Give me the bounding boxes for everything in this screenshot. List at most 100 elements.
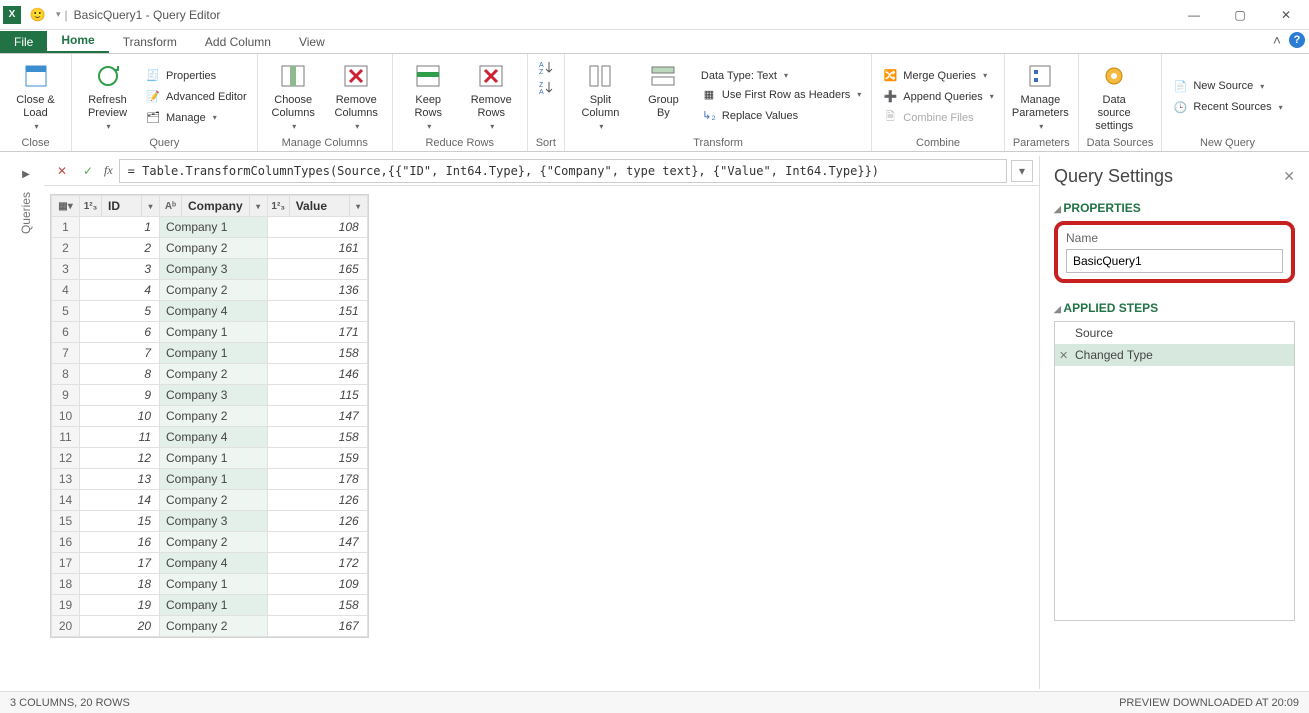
cell-id[interactable]: 16 — [80, 532, 160, 553]
new-source-button[interactable]: 📄New Source — [1170, 77, 1284, 95]
cell-value[interactable]: 147 — [267, 406, 367, 427]
cell-id[interactable]: 19 — [80, 595, 160, 616]
cell-company[interactable]: Company 1 — [160, 595, 268, 616]
formula-cancel-button[interactable]: ✕ — [52, 160, 72, 182]
recent-sources-button[interactable]: 🕒Recent Sources — [1170, 98, 1284, 116]
cell-id[interactable]: 4 — [80, 280, 160, 301]
cell-id[interactable]: 13 — [80, 469, 160, 490]
filter-dropdown-icon[interactable]: ▾ — [249, 196, 267, 216]
table-row[interactable]: 18 18 Company 1 109 — [52, 574, 368, 595]
tab-view[interactable]: View — [285, 31, 339, 53]
merge-queries-button[interactable]: 🔀Merge Queries — [880, 67, 996, 85]
row-number[interactable]: 5 — [52, 301, 80, 322]
query-name-input[interactable] — [1066, 249, 1283, 273]
cell-company[interactable]: Company 2 — [160, 406, 268, 427]
cell-id[interactable]: 5 — [80, 301, 160, 322]
row-number[interactable]: 19 — [52, 595, 80, 616]
cell-value[interactable]: 151 — [267, 301, 367, 322]
row-number[interactable]: 17 — [52, 553, 80, 574]
cell-value[interactable]: 172 — [267, 553, 367, 574]
filter-dropdown-icon[interactable]: ▾ — [141, 196, 159, 216]
filter-dropdown-icon[interactable]: ▾ — [349, 196, 367, 216]
table-row[interactable]: 10 10 Company 2 147 — [52, 406, 368, 427]
cell-value[interactable]: 178 — [267, 469, 367, 490]
minimize-button[interactable]: — — [1171, 0, 1217, 30]
cell-company[interactable]: Company 2 — [160, 490, 268, 511]
column-header-value[interactable]: 1²₃Value▾ — [267, 196, 367, 217]
cell-value[interactable]: 115 — [267, 385, 367, 406]
collapse-ribbon-icon[interactable]: ˄ — [1273, 32, 1281, 48]
table-row[interactable]: 9 9 Company 3 115 — [52, 385, 368, 406]
table-row[interactable]: 6 6 Company 1 171 — [52, 322, 368, 343]
keep-rows-button[interactable]: Keep Rows — [401, 58, 456, 135]
row-number[interactable]: 14 — [52, 490, 80, 511]
cell-company[interactable]: Company 2 — [160, 364, 268, 385]
replace-values-button[interactable]: ↳₂Replace Values — [699, 107, 863, 125]
cell-id[interactable]: 17 — [80, 553, 160, 574]
row-number[interactable]: 1 — [52, 217, 80, 238]
row-number[interactable]: 4 — [52, 280, 80, 301]
cell-value[interactable]: 158 — [267, 343, 367, 364]
row-number[interactable]: 18 — [52, 574, 80, 595]
row-number[interactable]: 7 — [52, 343, 80, 364]
advanced-editor-button[interactable]: 📝Advanced Editor — [143, 88, 249, 106]
close-settings-button[interactable]: ✕ — [1283, 168, 1295, 185]
choose-columns-button[interactable]: Choose Columns — [266, 58, 321, 135]
cell-company[interactable]: Company 2 — [160, 238, 268, 259]
cell-id[interactable]: 11 — [80, 427, 160, 448]
cell-id[interactable]: 20 — [80, 616, 160, 637]
cell-id[interactable]: 1 — [80, 217, 160, 238]
column-header-id[interactable]: 1²₃ID▾ — [80, 196, 160, 217]
row-number[interactable]: 6 — [52, 322, 80, 343]
cell-company[interactable]: Company 1 — [160, 574, 268, 595]
close-window-button[interactable]: ✕ — [1263, 0, 1309, 30]
cell-value[interactable]: 158 — [267, 595, 367, 616]
cell-company[interactable]: Company 3 — [160, 259, 268, 280]
queries-label[interactable]: Queries — [19, 192, 33, 234]
applied-steps-header[interactable]: APPLIED STEPS — [1054, 301, 1295, 315]
cell-company[interactable]: Company 3 — [160, 511, 268, 532]
cell-id[interactable]: 3 — [80, 259, 160, 280]
cell-value[interactable]: 158 — [267, 427, 367, 448]
table-row[interactable]: 19 19 Company 1 158 — [52, 595, 368, 616]
cell-value[interactable]: 161 — [267, 238, 367, 259]
help-icon[interactable]: ? — [1289, 32, 1305, 48]
close-and-load-button[interactable]: Close & Load — [8, 58, 63, 135]
table-corner-button[interactable]: ▦▾ — [52, 196, 80, 217]
cell-company[interactable]: Company 4 — [160, 427, 268, 448]
row-number[interactable]: 12 — [52, 448, 80, 469]
qat-dropdown-icon[interactable]: ▾ — [56, 9, 61, 20]
formula-dropdown-icon[interactable]: ▾ — [1011, 160, 1033, 182]
table-row[interactable]: 14 14 Company 2 126 — [52, 490, 368, 511]
cell-value[interactable]: 165 — [267, 259, 367, 280]
smiley-icon[interactable]: 🙂 — [30, 7, 46, 23]
properties-button[interactable]: 🧾Properties — [143, 67, 249, 85]
formula-confirm-button[interactable]: ✓ — [78, 160, 98, 182]
cell-value[interactable]: 159 — [267, 448, 367, 469]
table-row[interactable]: 4 4 Company 2 136 — [52, 280, 368, 301]
table-row[interactable]: 11 11 Company 4 158 — [52, 427, 368, 448]
table-row[interactable]: 13 13 Company 1 178 — [52, 469, 368, 490]
sort-asc-button[interactable]: AZ — [536, 58, 556, 76]
tab-file[interactable]: File — [0, 31, 47, 53]
row-number[interactable]: 9 — [52, 385, 80, 406]
tab-home[interactable]: Home — [47, 29, 108, 53]
formula-input[interactable] — [119, 159, 1007, 183]
cell-id[interactable]: 6 — [80, 322, 160, 343]
split-column-button[interactable]: Split Column — [573, 58, 628, 135]
table-row[interactable]: 7 7 Company 1 158 — [52, 343, 368, 364]
cell-company[interactable]: Company 3 — [160, 385, 268, 406]
row-number[interactable]: 20 — [52, 616, 80, 637]
row-number[interactable]: 3 — [52, 259, 80, 280]
expand-queries-icon[interactable]: ▶ — [16, 164, 36, 184]
tab-add-column[interactable]: Add Column — [191, 31, 285, 53]
cell-value[interactable]: 167 — [267, 616, 367, 637]
cell-company[interactable]: Company 2 — [160, 280, 268, 301]
row-number[interactable]: 15 — [52, 511, 80, 532]
append-queries-button[interactable]: ➕Append Queries — [880, 88, 996, 106]
cell-company[interactable]: Company 4 — [160, 301, 268, 322]
cell-company[interactable]: Company 1 — [160, 448, 268, 469]
cell-id[interactable]: 7 — [80, 343, 160, 364]
cell-value[interactable]: 109 — [267, 574, 367, 595]
cell-id[interactable]: 9 — [80, 385, 160, 406]
